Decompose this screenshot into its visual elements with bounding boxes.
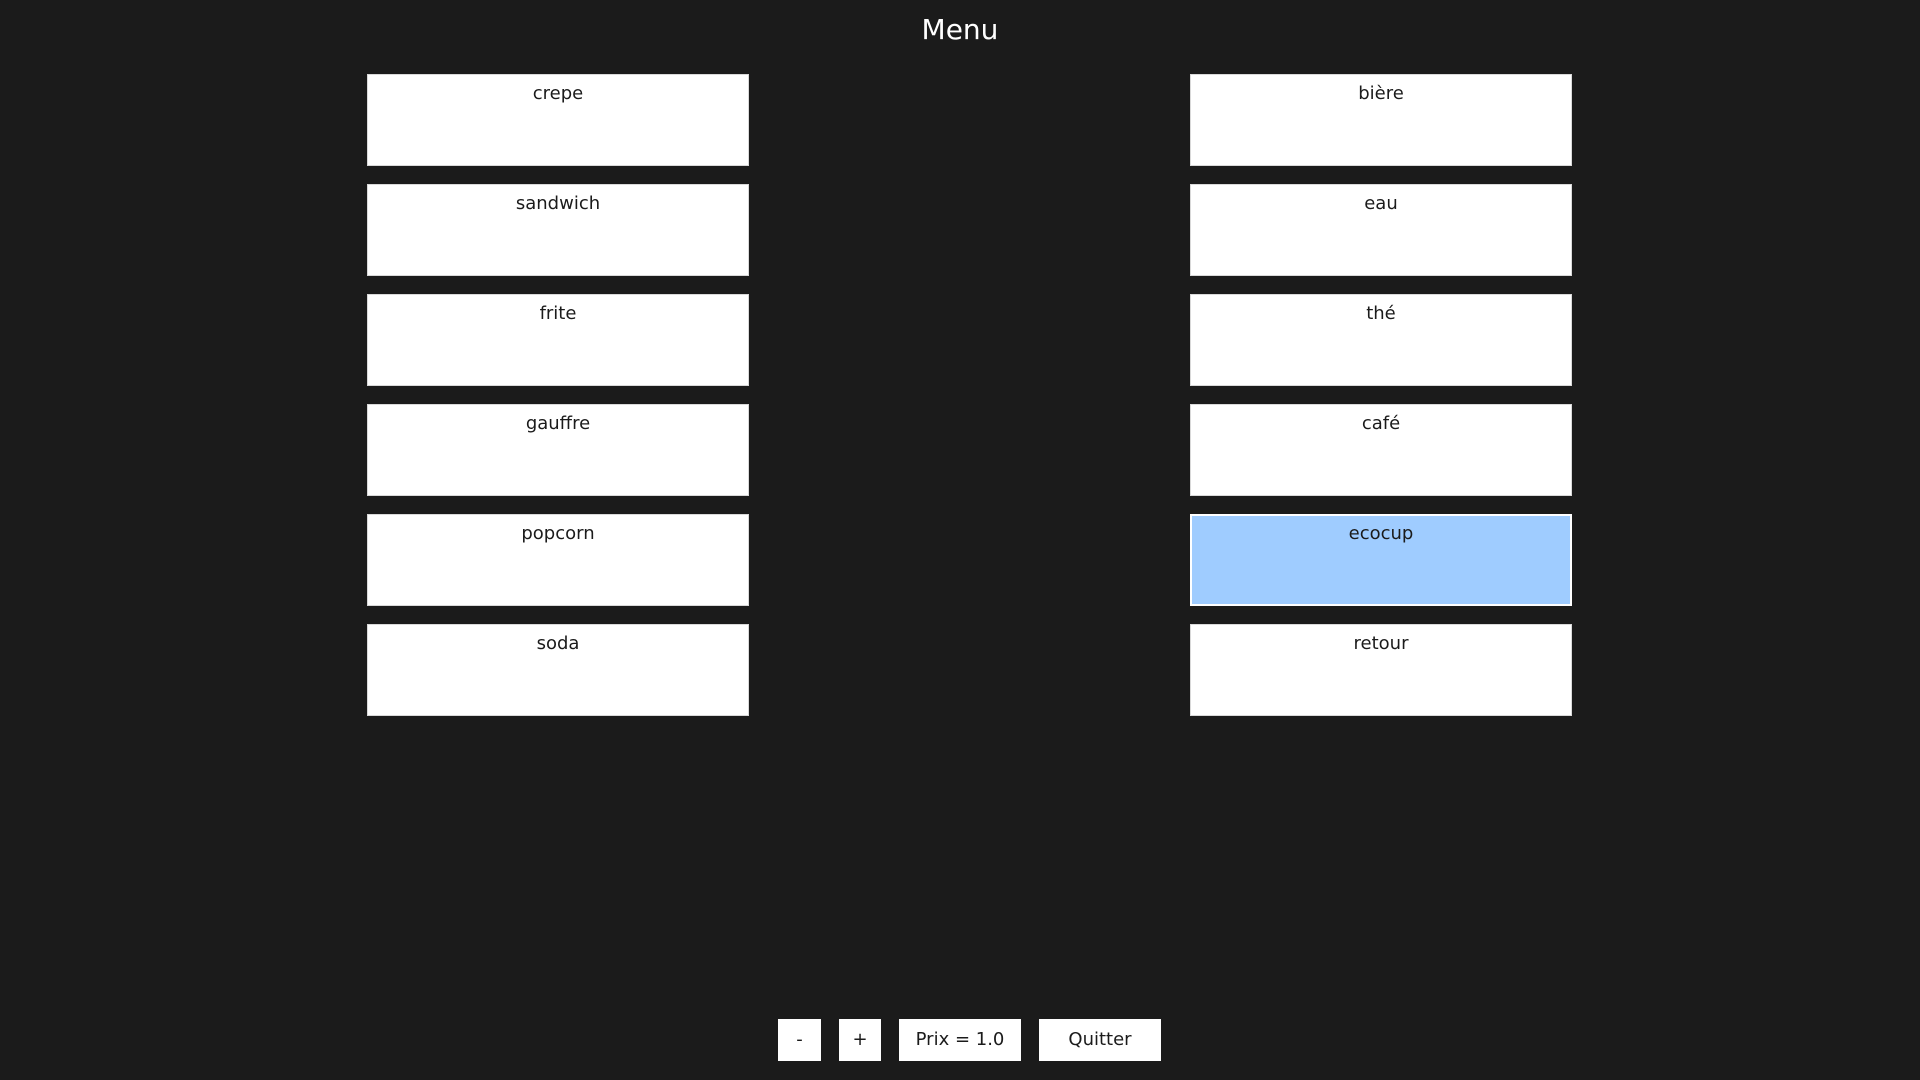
return-button[interactable]: retour: [1190, 624, 1572, 716]
menu-item-frite[interactable]: frite: [367, 294, 749, 386]
decrease-price-button[interactable]: -: [778, 1019, 821, 1061]
menu-item-cafe[interactable]: café: [1190, 404, 1572, 496]
drink-column: bière eau thé café ecocup retour: [1190, 74, 1572, 734]
menu-item-sandwich[interactable]: sandwich: [367, 184, 749, 276]
menu-item-the[interactable]: thé: [1190, 294, 1572, 386]
food-column: crepe sandwich frite gauffre popcorn sod…: [367, 74, 749, 734]
menu-screen: Menu crepe sandwich frite gauffre popcor…: [0, 0, 1920, 1080]
bottom-toolbar: - + Prix = 1.0 Quitter: [0, 1019, 1920, 1061]
menu-item-popcorn[interactable]: popcorn: [367, 514, 749, 606]
menu-item-gauffre[interactable]: gauffre: [367, 404, 749, 496]
quit-button[interactable]: Quitter: [1039, 1019, 1161, 1061]
increase-price-button[interactable]: +: [839, 1019, 881, 1061]
menu-item-eau[interactable]: eau: [1190, 184, 1572, 276]
page-title: Menu: [921, 13, 999, 46]
menu-item-ecocup[interactable]: ecocup: [1190, 514, 1572, 606]
menu-item-biere[interactable]: bière: [1190, 74, 1572, 166]
price-display: Prix = 1.0: [899, 1019, 1021, 1061]
menu-item-soda[interactable]: soda: [367, 624, 749, 716]
menu-item-crepe[interactable]: crepe: [367, 74, 749, 166]
